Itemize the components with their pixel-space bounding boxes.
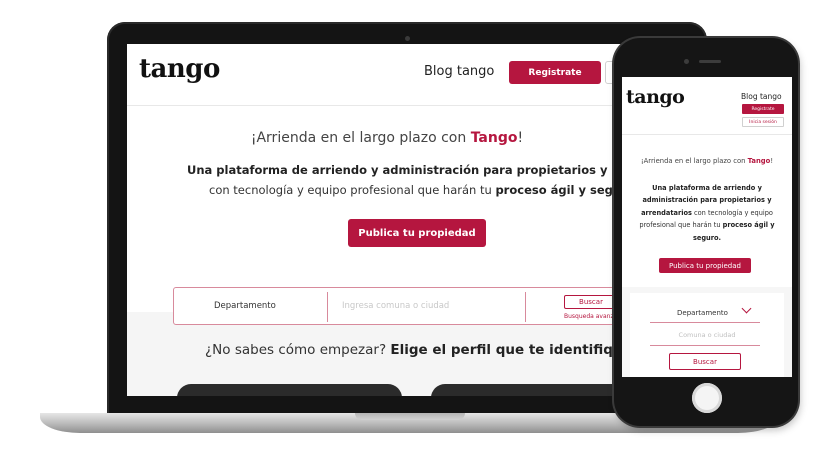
desktop-location-input[interactable]: Ingresa comuna o ciudad (342, 301, 449, 311)
laptop-camera (405, 36, 410, 41)
desktop-site: tango Blog tango Registrate ¡Arrienda en… (127, 44, 647, 396)
headline-brand: Tango (747, 157, 771, 165)
desktop-hero-subtitle-line1: Una plataforma de arriendo y administrac… (187, 163, 647, 177)
headline-suffix: ! (770, 157, 774, 165)
search-divider (525, 292, 526, 322)
subtitle-prefix: con tecnología y equipo profesional que … (209, 183, 496, 197)
mobile-hero-headline: ¡Arrienda en el largo plazo con Tango! (622, 157, 792, 165)
mobile-blog-link[interactable]: Blog tango (741, 92, 782, 101)
select-underline (650, 322, 760, 323)
profile-card-1[interactable] (177, 384, 402, 396)
desktop-hero-subtitle-line2: con tecnología y equipo profesional que … (209, 183, 635, 197)
search-divider (327, 292, 328, 322)
mobile-login-button[interactable]: Inicia sesión (742, 117, 784, 127)
desktop-search-button[interactable]: Buscar (564, 295, 618, 309)
desktop-register-button[interactable]: Registrate (509, 61, 601, 84)
mobile-property-type-select[interactable]: Departamento (677, 309, 728, 317)
laptop-notch (355, 413, 465, 420)
desktop-blog-link[interactable]: Blog tango (424, 64, 494, 79)
desktop-hero-headline: ¡Arrienda en el largo plazo con Tango! (127, 130, 647, 146)
question-prefix: ¿No sabes cómo empezar? (205, 342, 391, 358)
phone-camera (684, 59, 689, 64)
desktop-publish-button[interactable]: Publica tu propiedad (348, 219, 486, 247)
desktop-logo[interactable]: tango (139, 54, 220, 84)
mobile-register-button[interactable]: Registrate (742, 104, 784, 114)
desktop-search-bar: Departamento Ingresa comuna o ciudad Bus… (173, 287, 643, 325)
headline-prefix: ¡Arrienda en el largo plazo con (250, 130, 471, 146)
phone-home-button[interactable] (692, 383, 722, 413)
phone-speaker (699, 60, 721, 63)
mobile-header: tango Blog tango Registrate Inicia sesió… (622, 77, 792, 135)
mobile-publish-button[interactable]: Publica tu propiedad (659, 258, 751, 273)
headline-prefix: ¡Arrienda en el largo plazo con (640, 157, 748, 165)
input-underline (650, 345, 760, 346)
desktop-header: tango Blog tango Registrate (127, 44, 647, 106)
mobile-hero-description: Una plataforma de arriendo y administrac… (634, 182, 780, 244)
desktop-profiles-question: ¿No sabes cómo empezar? Elige el perfil … (205, 342, 623, 358)
desktop-property-type-select[interactable]: Departamento (214, 301, 276, 311)
headline-brand: Tango (470, 130, 518, 146)
question-bold: Elige el perfil que te identifiqu (390, 342, 623, 358)
mobile-logo[interactable]: tango (626, 86, 685, 108)
headline-suffix: ! (517, 130, 524, 146)
mobile-location-input[interactable]: Comuna o ciudad (622, 331, 792, 339)
mobile-search-button[interactable]: Buscar (669, 353, 741, 370)
desktop-advanced-search-link[interactable]: Busqueda avanza (564, 313, 617, 320)
